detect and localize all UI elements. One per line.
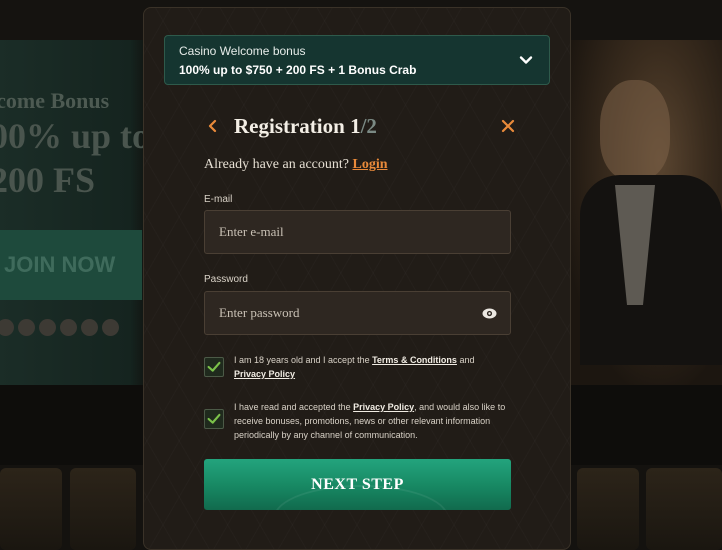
age-consent-text: I am 18 years old and I accept the Terms… <box>234 353 514 381</box>
registration-modal: Casino Welcome bonus 100% up to $750 + 2… <box>143 7 571 550</box>
bonus-offer: 100% up to $750 + 200 FS + 1 Bonus Crab <box>179 63 417 77</box>
background-hero-line-2: 200 FS <box>0 160 96 200</box>
close-icon[interactable] <box>500 118 516 134</box>
terms-link[interactable]: Terms & Conditions <box>372 355 457 365</box>
privacy-policy-link[interactable]: Privacy Policy <box>353 402 414 412</box>
login-prompt-text: Already have an account? <box>204 157 349 172</box>
registration-step-total: 2 <box>366 114 377 138</box>
privacy-policy-link[interactable]: Privacy Policy <box>234 369 295 379</box>
chevron-left-icon[interactable] <box>204 117 222 135</box>
bonus-title: Casino Welcome bonus <box>179 44 306 58</box>
background-bitcoin-icon <box>102 319 119 336</box>
marketing-consent-checkbox[interactable] <box>204 409 224 429</box>
eye-icon[interactable] <box>482 307 497 320</box>
background-hero-text: lcome Bonus 00% up to 200 FS <box>0 88 150 202</box>
background-payment-icon <box>39 319 56 336</box>
background-game-tile <box>70 468 136 550</box>
checkmark-icon <box>207 413 221 424</box>
background-hero-line-1: 00% up to <box>0 116 151 156</box>
age-consent-text-mid: and <box>456 355 475 365</box>
background-mastercard-icon <box>18 319 35 336</box>
email-field[interactable] <box>205 211 510 253</box>
registration-header: Registration 1/2 <box>204 111 516 141</box>
registration-title-text: Registration <box>234 114 345 138</box>
email-label: E-mail <box>204 194 233 205</box>
background-game-tile <box>577 468 639 550</box>
password-field-box <box>204 291 511 335</box>
age-consent-text-before: I am 18 years old and I accept the <box>234 355 373 365</box>
background-crypto-icon <box>81 319 98 336</box>
age-consent-checkbox[interactable] <box>204 357 224 377</box>
background-hero-title: lcome Bonus <box>0 88 110 113</box>
marketing-consent-text: I have read and accepted the Privacy Pol… <box>234 400 514 442</box>
registration-step: 1 <box>350 114 361 138</box>
background-game-tile <box>0 468 62 550</box>
login-prompt: Already have an account? Login <box>204 157 388 173</box>
email-field-box <box>204 210 511 254</box>
chevron-down-icon[interactable] <box>519 53 533 67</box>
next-step-button[interactable]: NEXT STEP <box>204 459 511 510</box>
password-label: Password <box>204 274 248 285</box>
marketing-consent-text-before: I have read and accepted the <box>234 402 354 412</box>
background-ethereum-icon <box>60 319 77 336</box>
password-field[interactable] <box>205 292 510 334</box>
login-link[interactable]: Login <box>352 157 387 172</box>
background-game-tile <box>646 468 722 550</box>
background-join-button: JOIN NOW <box>0 230 142 300</box>
registration-title: Registration 1/2 <box>234 111 377 141</box>
checkmark-icon <box>207 361 221 372</box>
background-dealer-face <box>600 80 670 180</box>
bonus-selector[interactable]: Casino Welcome bonus 100% up to $750 + 2… <box>164 35 550 85</box>
